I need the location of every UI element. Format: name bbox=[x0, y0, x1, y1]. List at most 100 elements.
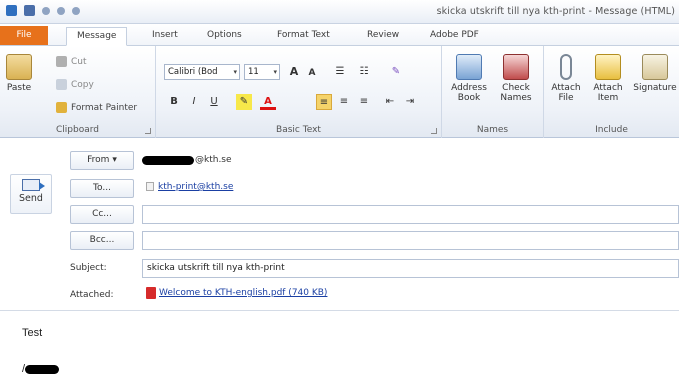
from-button-label: From bbox=[87, 155, 110, 165]
paste-icon bbox=[6, 54, 32, 80]
copy-button[interactable]: Copy bbox=[56, 79, 94, 90]
quick-access-toolbar bbox=[6, 5, 80, 16]
increase-indent-icon[interactable]: ⇥ bbox=[402, 94, 418, 110]
check-names-icon bbox=[503, 54, 529, 80]
font-size-combo[interactable]: 11 ▾ bbox=[244, 64, 280, 80]
compose-header: Send From ▾ @kth.se To... kth-print@kth.… bbox=[0, 138, 679, 310]
paste-label: Paste bbox=[6, 83, 32, 93]
window-title: skicka utskrift till nya kth-print - Mes… bbox=[436, 6, 675, 17]
signature-icon bbox=[642, 54, 668, 80]
signature-button[interactable]: Signature bbox=[632, 54, 678, 93]
bcc-field[interactable] bbox=[142, 231, 679, 250]
tab-options[interactable]: Options bbox=[203, 28, 246, 45]
contact-icon bbox=[146, 182, 154, 191]
envelope-icon bbox=[595, 54, 621, 80]
names-group: Address Book Check Names Names bbox=[442, 46, 544, 138]
font-name-combo[interactable]: Calibri (Bod ▾ bbox=[164, 64, 240, 80]
address-book-button[interactable]: Address Book bbox=[448, 54, 490, 103]
grow-font-button[interactable]: A bbox=[286, 64, 302, 80]
font-name-value: Calibri (Bod bbox=[168, 67, 218, 77]
undo-icon[interactable] bbox=[42, 6, 50, 15]
message-body[interactable]: Test / bbox=[0, 310, 679, 381]
check-names-button[interactable]: Check Names bbox=[494, 54, 538, 103]
signature-label: Signature bbox=[633, 83, 677, 93]
italic-button[interactable]: I bbox=[186, 94, 202, 110]
signature-line: / bbox=[22, 363, 60, 375]
customize-toolbar-icon[interactable] bbox=[72, 6, 80, 15]
cut-label: Cut bbox=[71, 56, 87, 67]
outlook-icon bbox=[6, 5, 17, 16]
numbering-icon[interactable]: ☷ bbox=[356, 64, 372, 80]
to-field[interactable]: kth-print@kth.se bbox=[142, 179, 679, 198]
cc-button[interactable]: Cc... bbox=[70, 205, 134, 224]
send-icon bbox=[22, 179, 45, 191]
check-names-label: Check Names bbox=[500, 83, 532, 103]
decrease-indent-icon[interactable]: ⇤ bbox=[382, 94, 398, 110]
pdf-icon bbox=[146, 286, 156, 299]
attach-item-button[interactable]: Attach Item bbox=[588, 54, 628, 103]
ribbon-tabs: File Message Insert Options Format Text … bbox=[0, 24, 679, 46]
basic-text-group: Calibri (Bod ▾ 11 ▾ A A ☰ ☷ ✎ B I U ✎ A … bbox=[156, 46, 442, 138]
clipboard-group-label: Clipboard bbox=[56, 125, 99, 135]
scissors-icon bbox=[56, 56, 67, 67]
styles-icon[interactable]: ✎ bbox=[388, 64, 404, 80]
align-center-icon[interactable]: ≡ bbox=[336, 94, 352, 110]
include-group: Attach File Attach Item Signature Includ… bbox=[544, 46, 679, 138]
attached-label: Attached: bbox=[70, 290, 114, 300]
shrink-font-button[interactable]: A bbox=[304, 65, 320, 81]
to-recipient[interactable]: kth-print@kth.se bbox=[158, 182, 233, 192]
names-group-label: Names bbox=[476, 125, 509, 135]
ribbon: Paste Cut Copy Format Painter Clipboard … bbox=[0, 46, 679, 138]
cut-button[interactable]: Cut bbox=[56, 56, 87, 67]
chevron-down-icon: ▾ bbox=[273, 68, 277, 76]
align-right-icon[interactable]: ≡ bbox=[356, 94, 372, 110]
paste-button[interactable]: Paste bbox=[4, 54, 34, 93]
bold-button[interactable]: B bbox=[166, 94, 182, 110]
send-button[interactable]: Send bbox=[10, 174, 52, 214]
paperclip-icon bbox=[560, 54, 572, 80]
attachment-field[interactable]: Welcome to KTH-english.pdf (740 KB) bbox=[142, 285, 679, 304]
align-left-icon[interactable]: ≡ bbox=[316, 94, 332, 110]
attach-file-label: Attach File bbox=[551, 83, 581, 103]
copy-label: Copy bbox=[71, 79, 94, 90]
bcc-button[interactable]: Bcc... bbox=[70, 231, 134, 250]
tab-insert[interactable]: Insert bbox=[148, 28, 182, 45]
font-color-icon[interactable]: A bbox=[260, 94, 276, 110]
bullets-icon[interactable]: ☰ bbox=[332, 64, 348, 80]
title-bar: skicka utskrift till nya kth-print - Mes… bbox=[0, 0, 679, 24]
include-group-label: Include bbox=[595, 125, 628, 135]
chevron-down-icon: ▾ bbox=[112, 155, 117, 165]
tab-message[interactable]: Message bbox=[66, 27, 128, 46]
address-book-label: Address Book bbox=[451, 83, 487, 103]
address-book-icon bbox=[456, 54, 482, 80]
from-value: @kth.se bbox=[142, 155, 232, 165]
clipboard-launcher-icon[interactable] bbox=[145, 128, 151, 134]
format-painter-button[interactable]: Format Painter bbox=[56, 102, 137, 113]
from-button[interactable]: From ▾ bbox=[70, 151, 134, 170]
to-button[interactable]: To... bbox=[70, 179, 134, 198]
chevron-down-icon: ▾ bbox=[233, 68, 237, 76]
redo-icon[interactable] bbox=[57, 6, 65, 15]
subject-field[interactable]: skicka utskrift till nya kth-print bbox=[142, 259, 679, 278]
tab-format-text[interactable]: Format Text bbox=[273, 28, 334, 45]
tab-review[interactable]: Review bbox=[363, 28, 403, 45]
underline-button[interactable]: U bbox=[206, 94, 222, 110]
save-icon[interactable] bbox=[24, 5, 35, 16]
body-text: Test bbox=[22, 327, 43, 339]
clipboard-group: Paste Cut Copy Format Painter Clipboard bbox=[0, 46, 156, 138]
subject-label: Subject: bbox=[70, 263, 107, 273]
redacted-block bbox=[142, 155, 194, 165]
attach-file-button[interactable]: Attach File bbox=[548, 54, 584, 103]
from-domain: @kth.se bbox=[195, 155, 232, 165]
attach-item-label: Attach Item bbox=[593, 83, 623, 103]
highlight-icon[interactable]: ✎ bbox=[236, 94, 252, 110]
paintbrush-icon bbox=[56, 102, 67, 113]
copy-icon bbox=[56, 79, 67, 90]
format-painter-label: Format Painter bbox=[71, 102, 138, 113]
tab-file[interactable]: File bbox=[0, 26, 48, 45]
tab-adobe-pdf[interactable]: Adobe PDF bbox=[426, 28, 483, 45]
cc-field[interactable] bbox=[142, 205, 679, 224]
attachment-link[interactable]: Welcome to KTH-english.pdf (740 KB) bbox=[159, 288, 327, 298]
redacted-block bbox=[25, 364, 60, 374]
basic-text-launcher-icon[interactable] bbox=[431, 128, 437, 134]
